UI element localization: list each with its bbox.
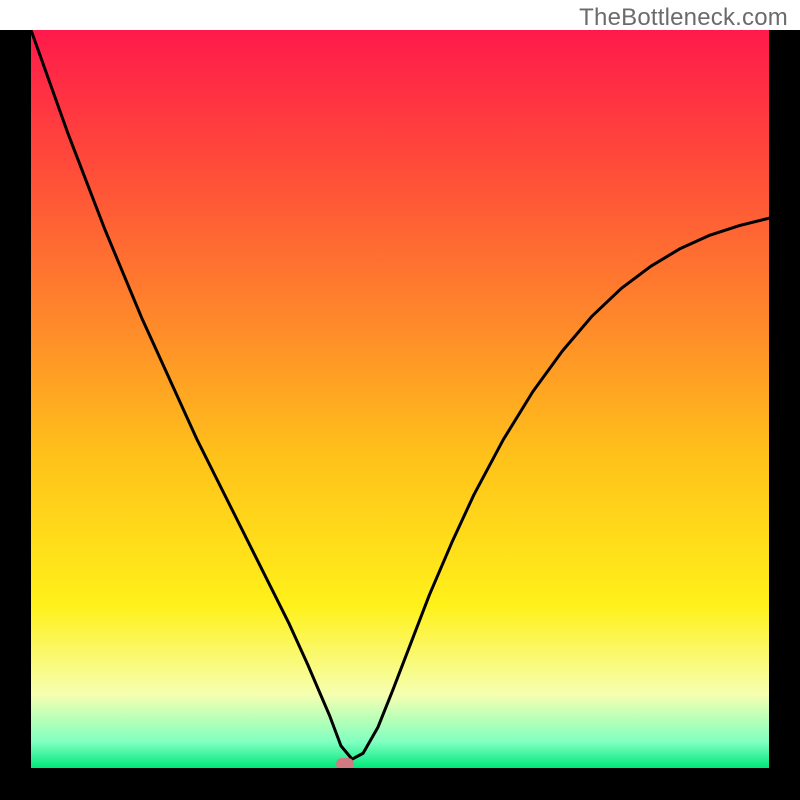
chart-plot-area (31, 30, 769, 768)
watermark-text: TheBottleneck.com (579, 4, 788, 32)
chart-svg (31, 30, 769, 768)
minimum-marker-icon (336, 758, 354, 768)
chart-container: TheBottleneck.com (0, 0, 800, 800)
chart-frame (0, 30, 800, 800)
